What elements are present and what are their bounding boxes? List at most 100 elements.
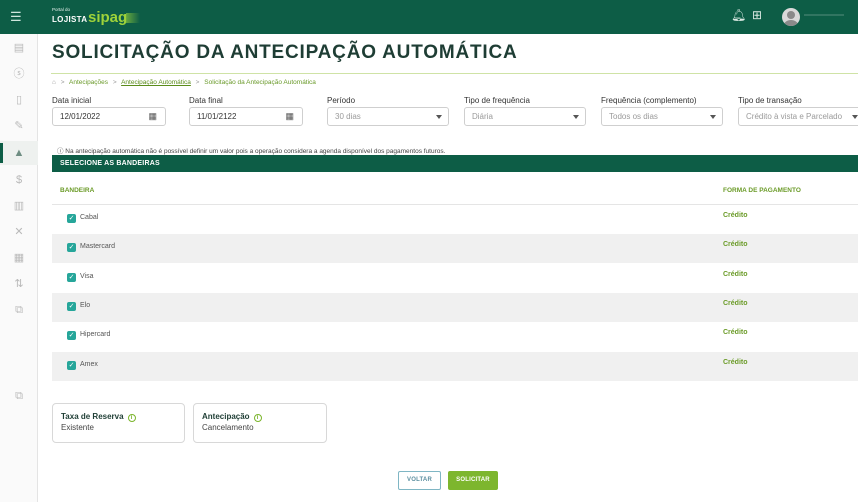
taxa-reserva-value: Existente — [61, 423, 94, 432]
checkbox-hipercard[interactable]: ✓ — [67, 331, 76, 340]
table-row: ✓ Amex Crédito — [52, 352, 858, 381]
bell-icon[interactable]: 🔔︎ — [731, 8, 746, 26]
calendar-icon[interactable]: ▦ — [148, 108, 157, 125]
dashboard-icon[interactable]: ▤ — [0, 36, 38, 60]
home-icon[interactable]: ⌂ — [52, 79, 56, 86]
checkbox-elo[interactable]: ✓ — [67, 302, 76, 311]
data-inicial-field: Data inicial 12/01/2022 ▦ — [52, 96, 166, 126]
data-final-field: Data final 11/01/2122 ▦ — [189, 96, 303, 126]
checkbox-cabal[interactable]: ✓ — [67, 214, 76, 223]
frequencia-complemento-field: Frequência (complemento) Todos os dias — [601, 96, 723, 126]
tipo-transacao-label: Tipo de transação — [738, 96, 802, 105]
top-bar: ☰ Portal do LOJISTA sipag 🔔︎ ⊞ — [0, 0, 858, 34]
bandeira-name: Mastercard — [80, 243, 116, 250]
bandeira-name: Amex — [80, 361, 98, 368]
antecipacao-card: Antecipação i Cancelamento — [193, 403, 327, 443]
forma-pagamento: Crédito — [723, 241, 748, 248]
bandeira-name: Elo — [80, 302, 91, 309]
grid-icon[interactable]: ⊞ — [752, 8, 762, 26]
table-row: ✓ Visa Crédito — [52, 264, 858, 293]
brand-sipag-text: sipag — [88, 9, 128, 26]
link-icon[interactable]: ⧉ — [0, 298, 38, 322]
forma-pagamento: Crédito — [723, 212, 748, 219]
breadcrumb-separator: > — [60, 79, 65, 86]
tipo-frequencia-value: Diária — [472, 112, 493, 121]
store-icon[interactable]: ▦ — [0, 246, 38, 270]
title-divider — [51, 73, 858, 74]
brand-small-text: Portal do — [52, 7, 71, 12]
page-title: SOLICITAÇÃO DA ANTECIPAÇÃO AUTOMÁTICA — [52, 42, 518, 63]
forma-pagamento: Crédito — [723, 329, 748, 336]
external-link-icon[interactable]: ⧉ — [0, 384, 38, 408]
bandeira-name: Hipercard — [80, 331, 111, 338]
tools-icon[interactable]: ✕ — [0, 220, 38, 244]
column-header-forma-pagamento: FORMA DE PAGAMENTO — [723, 187, 801, 194]
info-icon[interactable]: i — [253, 414, 262, 422]
taxa-reserva-title: Taxa de Reserva — [61, 412, 124, 421]
bandeiras-section-header: SELECIONE AS BANDEIRAS — [52, 155, 858, 172]
breadcrumb-antecipacao-automatica[interactable]: Antecipação Automática — [121, 79, 191, 86]
chevron-down-icon — [573, 115, 579, 119]
table-row: ✓ Hipercard Crédito — [52, 322, 858, 351]
tipo-frequencia-field: Tipo de frequência Diária — [464, 96, 586, 126]
tipo-transacao-value: Crédito à vista e Parcelado — [746, 112, 843, 121]
antecipacao-value: Cancelamento — [202, 423, 254, 432]
table-row: ✓ Elo Crédito — [52, 293, 858, 322]
money-icon[interactable]: ⓢ — [0, 62, 38, 86]
breadcrumb-antecipacoes[interactable]: Antecipações — [69, 79, 108, 86]
periodo-select[interactable]: 30 dias — [327, 107, 449, 126]
data-inicial-value: 12/01/2022 — [60, 112, 101, 121]
voltar-button[interactable]: VOLTAR — [398, 471, 441, 490]
chevron-down-icon — [436, 115, 442, 119]
info-text: ⓘ Na antecipação automática não é possív… — [57, 148, 446, 155]
breadcrumb-separator: > — [112, 79, 117, 86]
calendar-icon[interactable]: ▦ — [285, 108, 294, 125]
periodo-value: 30 dias — [335, 112, 361, 121]
tipo-transacao-field: Tipo de transação Crédito à vista e Parc… — [738, 96, 858, 126]
user-avatar[interactable] — [782, 8, 800, 26]
breadcrumb-separator: > — [195, 79, 200, 86]
tipo-transacao-select[interactable]: Crédito à vista e Parcelado — [738, 107, 858, 126]
periodo-label: Período — [327, 96, 356, 105]
forma-pagamento: Crédito — [723, 300, 748, 307]
tipo-frequencia-select[interactable]: Diária — [464, 107, 586, 126]
forma-pagamento: Crédito — [723, 359, 748, 366]
chevron-down-icon — [710, 115, 716, 119]
pen-icon[interactable]: ✎ — [0, 114, 38, 138]
checkbox-amex[interactable]: ✓ — [67, 361, 76, 370]
document-icon[interactable]: ▯ — [0, 88, 38, 112]
bandeira-name: Cabal — [80, 214, 99, 221]
column-header-bandeira: BANDEIRA — [60, 187, 95, 194]
breadcrumb: ⌂ > Antecipações > Antecipação Automátic… — [52, 79, 319, 86]
solicitar-button[interactable]: SOLICITAR — [448, 471, 498, 490]
data-final-input[interactable]: 11/01/2122 ▦ — [189, 107, 303, 126]
dollar-icon[interactable]: $ — [0, 168, 38, 192]
checkbox-visa[interactable]: ✓ — [67, 273, 76, 282]
menu-icon[interactable]: ☰ — [10, 10, 24, 24]
bandeira-name: Visa — [80, 273, 94, 280]
brand-lojista-text: LOJISTA — [52, 15, 88, 24]
forma-pagamento: Crédito — [723, 271, 748, 278]
chevron-down-icon — [852, 115, 858, 119]
taxa-reserva-card: Taxa de Reserva i Existente — [52, 403, 185, 443]
user-name-placeholder — [804, 14, 844, 16]
data-inicial-input[interactable]: 12/01/2022 ▦ — [52, 107, 166, 126]
brand-decoration — [126, 13, 140, 23]
sidebar: ▤ ⓢ ▯ ✎ ▲ $ ▥ ✕ ▦ ⇅ ⧉ ⧉ — [0, 34, 38, 502]
frequencia-complemento-value: Todos os dias — [609, 112, 658, 121]
breadcrumb-current: Solicitação da Antecipação Automática — [204, 79, 316, 86]
transfer-icon[interactable]: ⇅ — [0, 272, 38, 296]
data-final-label: Data final — [189, 96, 223, 105]
antecipacao-icon[interactable]: ▲ — [0, 141, 38, 165]
info-icon[interactable]: i — [127, 414, 136, 422]
data-final-value: 11/01/2122 — [197, 112, 237, 121]
frequencia-complemento-label: Frequência (complemento) — [601, 96, 697, 105]
receipt-icon[interactable]: ▥ — [0, 194, 38, 218]
checkbox-mastercard[interactable]: ✓ — [67, 243, 76, 252]
data-inicial-label: Data inicial — [52, 96, 92, 105]
table-row: ✓ Mastercard Crédito — [52, 234, 858, 263]
frequencia-complemento-select[interactable]: Todos os dias — [601, 107, 723, 126]
antecipacao-title: Antecipação — [202, 412, 250, 421]
tipo-frequencia-label: Tipo de frequência — [464, 96, 530, 105]
table-row: ✓ Cabal Crédito — [52, 205, 858, 234]
